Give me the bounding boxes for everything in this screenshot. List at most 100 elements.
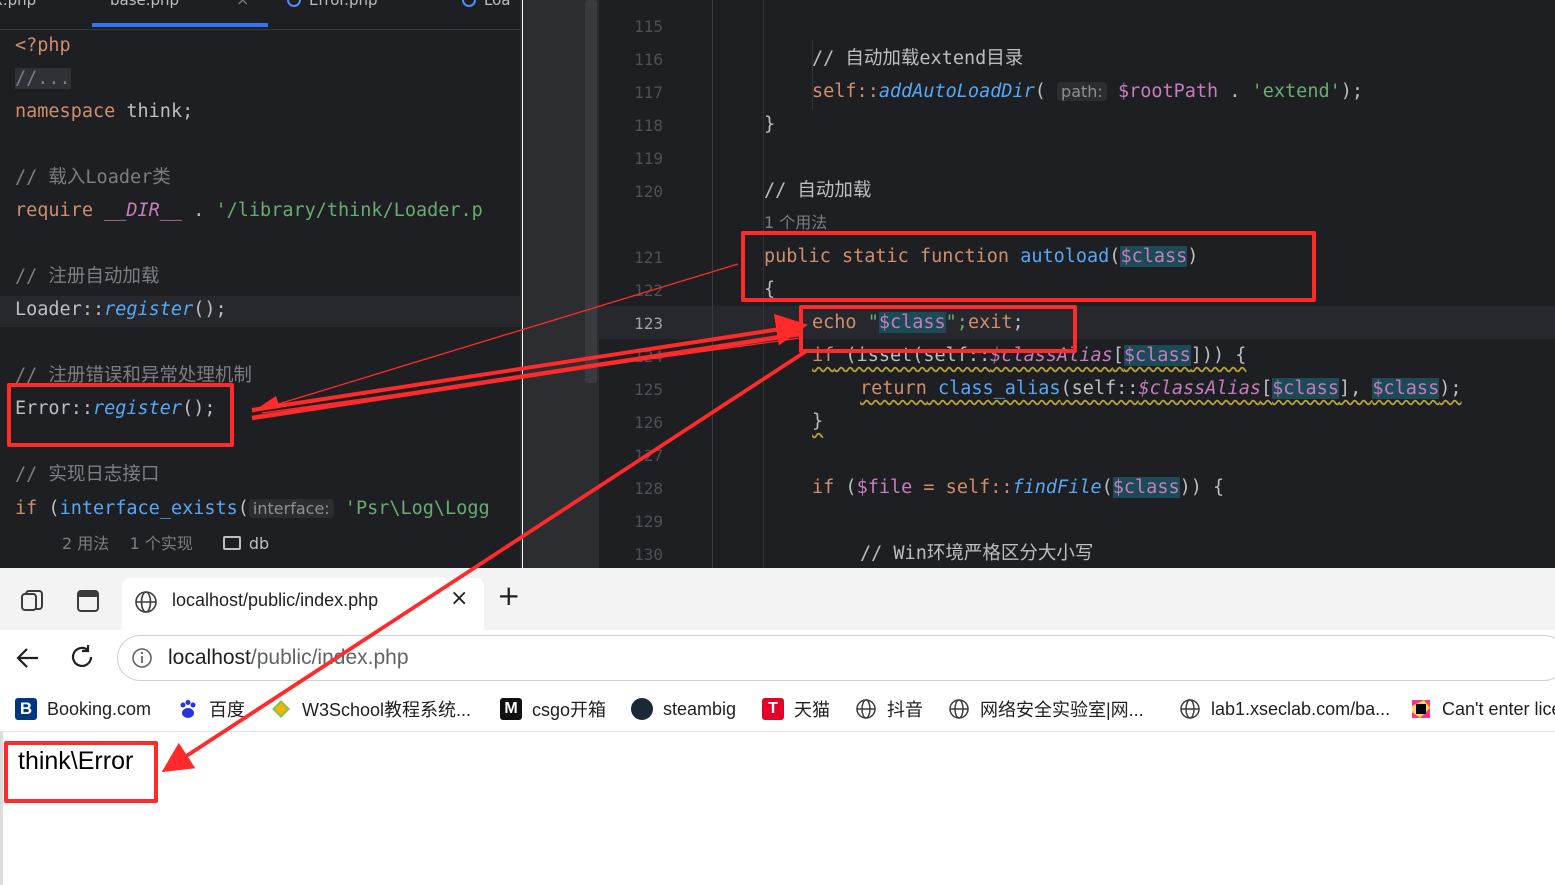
tab-loader-php[interactable]: Loa	[462, 0, 510, 21]
code-line-comment-autoload[interactable]: // 注册自动加载	[15, 265, 159, 289]
bookmark-security-lab[interactable]: 网络安全实验室|网...	[948, 696, 1144, 722]
tab-base-php[interactable]: base.php	[110, 0, 179, 21]
bookmark-w3school[interactable]: W3School教程系统...	[270, 696, 471, 722]
code-line-comment-loader[interactable]: // 载入Loader类	[15, 166, 171, 190]
code-line-comment-log[interactable]: // 实现日志接口	[15, 463, 159, 487]
method-call: findFile	[1012, 477, 1102, 498]
browser-tab-active[interactable]: localhost/public/index.php ×	[122, 578, 484, 630]
function-name: autoload	[1020, 246, 1110, 267]
db-class-icon	[222, 536, 241, 550]
code-line-add-autoload-dir[interactable]: self::addAutoLoadDir( path: $rootPath . …	[812, 80, 1363, 104]
close-tab-icon[interactable]: ×	[450, 586, 468, 611]
code-comment-autoload[interactable]: // 自动加载	[764, 179, 871, 203]
scrollbar-thumb[interactable]	[585, 0, 597, 383]
keyword: namespace	[15, 101, 116, 122]
bookmark-license[interactable]: Can't enter lice	[1410, 696, 1555, 722]
globe-icon	[1179, 698, 1201, 720]
folded-region[interactable]: //...	[15, 68, 71, 89]
reload-icon[interactable]	[68, 643, 96, 671]
usage-text[interactable]: 1 个用法	[764, 213, 827, 232]
split-scrollbar-track[interactable]	[523, 0, 599, 568]
tab-x-php[interactable]: x.php	[0, 0, 36, 21]
bookmark-csgo[interactable]: Mcsgo开箱	[500, 696, 606, 722]
csgo-icon: M	[500, 698, 522, 720]
vertical-tabs-icon[interactable]	[75, 588, 101, 614]
code-line-error-register[interactable]: Error::register();	[15, 397, 216, 421]
bookmark-label: W3School教程系统...	[302, 700, 472, 720]
static-property: $classAlias	[990, 345, 1113, 366]
function-call: class_alias	[926, 378, 1061, 399]
keyword: if	[15, 498, 38, 519]
page-output-text: think\Error	[18, 747, 134, 775]
tab-error-php[interactable]: Error.php	[287, 0, 378, 21]
right-editor-pane[interactable]: 115 116 117 118 119 120 121 122 123 124 …	[523, 0, 1555, 568]
workspaces-icon[interactable]	[18, 588, 46, 614]
code-line-loader-register[interactable]: Loader::register();	[15, 298, 227, 322]
tab-label: base.php	[110, 0, 180, 9]
punct: (	[834, 477, 857, 498]
page-content: think\Error	[0, 732, 1555, 885]
tab-label: Error.php	[309, 0, 378, 9]
code-line-if-interface[interactable]: if (interface_exists(interface: 'Psr\Log…	[15, 497, 490, 521]
code-line-comment-error[interactable]: // 注册错误和异常处理机制	[15, 364, 252, 388]
back-arrow-icon[interactable]	[14, 644, 42, 672]
usage-hint[interactable]: 1 个用法	[764, 211, 827, 235]
code-comment-extend[interactable]: // 自动加载extend目录	[812, 47, 1023, 71]
bookmarks-bar: B Booking.com 百度 W3School教程系统... Mcsgo开箱 …	[0, 686, 1555, 732]
operator: .	[182, 200, 216, 221]
php-file-icon	[287, 0, 301, 7]
code-line-usages[interactable]: 2 用法 1 个实现 db	[62, 532, 269, 556]
code-line-return-class-alias[interactable]: return class_alias(self::$classAlias[$cl…	[860, 377, 1461, 401]
bookmark-tmall[interactable]: T 天猫	[762, 696, 830, 722]
code-brace[interactable]: }	[812, 410, 823, 434]
bookmark-label: 抖音	[887, 700, 923, 720]
bookmark-booking[interactable]: B Booking.com	[15, 696, 151, 722]
line-number: 126	[634, 413, 663, 432]
parameter-hint: interface:	[248, 499, 334, 518]
punct: )	[1187, 246, 1199, 267]
string-literal: ";	[945, 312, 968, 333]
url-text[interactable]: localhost/public/index.php	[168, 646, 409, 670]
line-number: 122	[634, 281, 663, 300]
steam-icon	[631, 698, 653, 720]
active-tab-indicator	[92, 23, 268, 27]
line-number: 128	[634, 479, 663, 498]
left-editor-pane[interactable]: x.php base.php × Error.php Loa <?php //.…	[0, 0, 522, 568]
line-number: 127	[634, 446, 663, 465]
bookmark-baidu[interactable]: 百度	[177, 696, 245, 722]
code-line-require[interactable]: require __DIR__ . '/library/think/Loader…	[15, 199, 483, 223]
code-line-autoload-signature[interactable]: public static function autoload($class)	[764, 245, 1198, 269]
code-line-php-open[interactable]: <?php	[15, 34, 71, 58]
close-tab-icon[interactable]: ×	[236, 0, 249, 9]
punct: ();	[182, 398, 216, 419]
class-ref: Error::	[15, 398, 93, 419]
keyword: exit	[967, 312, 1013, 333]
operator: .	[1218, 81, 1252, 102]
code-line-folded[interactable]: //...	[15, 67, 71, 91]
address-bar[interactable]: localhost/public/index.php	[117, 635, 1555, 681]
pane-divider[interactable]	[520, 0, 522, 568]
code-brace[interactable]: }	[764, 113, 775, 137]
code-comment-win[interactable]: // Win环境严格区分大小写	[860, 542, 1093, 566]
site-info-icon[interactable]	[131, 647, 153, 669]
browser-nav-row: localhost/public/index.php	[0, 630, 1555, 686]
usage-hint[interactable]: 2 用法 1 个实现	[62, 534, 193, 553]
code-line-namespace[interactable]: namespace think;	[15, 100, 193, 124]
variable-highlighted: $class	[1123, 345, 1191, 366]
bookmark-douyin[interactable]: 抖音	[855, 696, 923, 722]
method-call: register	[104, 299, 194, 320]
code-brace[interactable]: {	[764, 278, 775, 302]
bookmark-xseclab[interactable]: lab1.xseclab.com/ba...	[1179, 696, 1390, 722]
code-line-if-isset[interactable]: if (isset(self::$classAlias[$class])) {	[812, 344, 1246, 368]
string-literal: "	[856, 312, 879, 333]
line-number: 130	[634, 545, 663, 564]
code-line-echo[interactable]: echo "$class";exit;	[812, 311, 1024, 335]
code-line-find-file[interactable]: if ($file = self::findFile($class)) {	[812, 476, 1224, 500]
bookmark-steambig[interactable]: steambig	[631, 696, 736, 722]
caret-line-highlight	[599, 306, 1555, 339]
punct: ();	[193, 299, 227, 320]
method-call: register	[92, 398, 183, 419]
bookmark-label: lab1.xseclab.com/ba...	[1211, 698, 1391, 719]
new-tab-button[interactable]: +	[497, 582, 520, 610]
bookmark-label: Booking.com	[47, 698, 152, 719]
